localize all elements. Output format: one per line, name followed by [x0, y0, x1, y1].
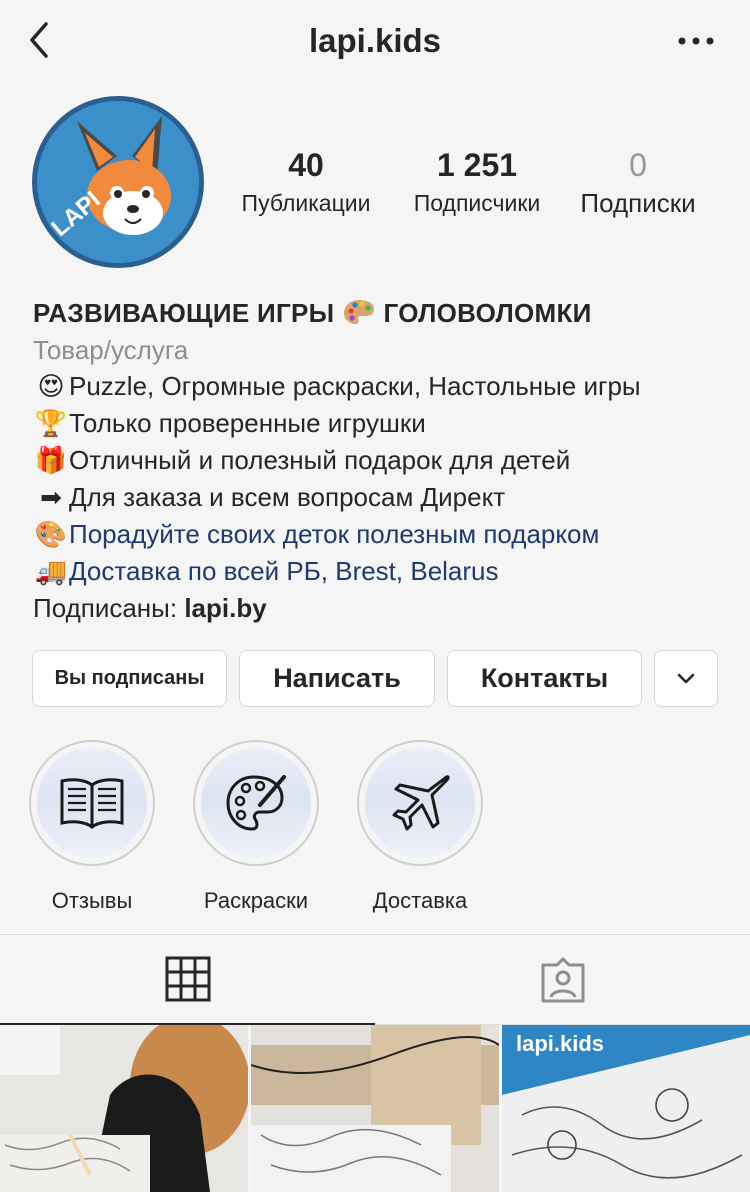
- profile-stats: 40 Публикации 1 251 Подписчики 0 Подписк…: [236, 146, 716, 226]
- followers-count: 1 251: [436, 147, 518, 183]
- tab-posts-grid[interactable]: [0, 935, 375, 1025]
- bio-line-text: Только проверенные игрушки: [69, 408, 426, 438]
- highlight-cover: [365, 748, 475, 858]
- bio-line-text: Для заказа и всем вопросам Директ: [69, 482, 506, 512]
- post-photo-table-poster: [251, 1025, 499, 1192]
- followed-by-label: Подписаны:: [33, 593, 178, 623]
- highlight-ring: [29, 740, 155, 866]
- bio-line-text: Отличный и полезный подарок для детей: [69, 445, 571, 475]
- highlight-delivery[interactable]: Доставка: [356, 740, 484, 914]
- message-button[interactable]: Написать: [239, 650, 435, 707]
- profile-bio: РАЗВИВАЮЩИЕ ИГРЫ ГОЛОВОЛОМКИ Товар/услуг…: [33, 294, 733, 626]
- bio-link-text[interactable]: Доставка по всей РБ, Brest, Belarus: [69, 556, 499, 586]
- palette-emoji-icon: 🎨: [34, 520, 68, 550]
- gift-emoji-icon: 🎁: [34, 446, 68, 476]
- followed-by-user[interactable]: lapi.by: [184, 593, 266, 623]
- tab-tagged[interactable]: [375, 935, 750, 1025]
- avatar[interactable]: LAPI: [32, 96, 204, 268]
- palette-emoji-icon: [343, 300, 374, 324]
- stat-posts[interactable]: 40 Публикации: [236, 146, 376, 222]
- bio-line-6[interactable]: 🚚Доставка по всей РБ, Brest, Belarus: [33, 553, 733, 590]
- stat-following[interactable]: 0 Подписки: [572, 146, 704, 222]
- highlight-cover: [37, 748, 147, 858]
- bio-line-5[interactable]: 🎨Порадуйте своих деток полезным подарком: [33, 516, 733, 553]
- profile-category: Товар/услуга: [33, 335, 189, 365]
- posts-label: Публикации: [241, 190, 371, 216]
- more-horizontal-icon[interactable]: [676, 28, 716, 54]
- post-thumbnail[interactable]: [251, 1025, 499, 1192]
- profile-header: lapi.kids: [0, 0, 750, 84]
- highlight-reviews[interactable]: Отзывы: [28, 740, 156, 914]
- bio-line-text: Puzzle, Огромные раскраски, Настольные и…: [69, 371, 641, 401]
- bio-line-2: 🏆Только проверенные игрушки: [33, 405, 733, 442]
- airplane-icon: [392, 775, 450, 831]
- posts-count: 40: [288, 147, 324, 183]
- profile-name: РАЗВИВАЮЩИЕ ИГРЫ ГОЛОВОЛОМКИ: [33, 294, 733, 332]
- suggested-toggle-button[interactable]: [654, 650, 718, 707]
- trophy-emoji-icon: 🏆: [34, 409, 68, 439]
- contacts-button[interactable]: Контакты: [447, 650, 642, 707]
- bio-link-text[interactable]: Порадуйте своих деток полезным подарком: [69, 519, 599, 549]
- truck-emoji-icon: 🚚: [34, 557, 68, 587]
- grid-icon: [165, 956, 210, 1002]
- highlight-label: Отзывы: [51, 888, 133, 913]
- followers-label: Подписчики: [413, 190, 541, 216]
- followed-by[interactable]: Подписаны: lapi.by: [33, 590, 733, 626]
- bio-line-1: 😍 Puzzle, Огромные раскраски, Настольные …: [33, 368, 733, 405]
- fox-logo-icon: LAPI: [37, 101, 199, 263]
- highlight-coloring[interactable]: Раскраски: [192, 740, 320, 914]
- page-title: lapi.kids: [308, 22, 442, 59]
- chevron-down-icon: [677, 673, 695, 683]
- highlight-ring: [357, 740, 483, 866]
- following-label: Подписки: [580, 188, 696, 218]
- profile-name-part2: ГОЛОВОЛОМКИ: [383, 298, 592, 328]
- stat-followers[interactable]: 1 251 Подписчики: [404, 146, 550, 222]
- post-photo-girl-coloring: [0, 1025, 248, 1192]
- book-icon: [60, 778, 124, 829]
- profile-tabs: [0, 934, 750, 1025]
- highlight-cover: [201, 748, 311, 858]
- highlight-label: Доставка: [372, 888, 468, 913]
- post-watermark-label: lapi.kids: [516, 1031, 605, 1056]
- following-button[interactable]: Вы подписаны: [32, 650, 227, 707]
- post-thumbnail[interactable]: lapi.kids: [502, 1025, 750, 1192]
- bio-line-3: 🎁Отличный и полезный подарок для детей: [33, 442, 733, 479]
- highlight-label: Раскраски: [203, 888, 309, 913]
- bio-line-4: ➡ Для заказа и всем вопросам Директ: [33, 479, 733, 516]
- profile-name-part1: РАЗВИВАЮЩИЕ ИГРЫ: [33, 298, 335, 328]
- arrow-right-emoji-icon: ➡: [40, 483, 62, 513]
- heart-eyes-emoji-icon: 😍: [37, 372, 65, 402]
- following-count: 0: [629, 147, 647, 183]
- tagged-person-icon: [541, 957, 584, 1002]
- post-thumbnail[interactable]: [0, 1025, 248, 1192]
- highlight-ring: [193, 740, 319, 866]
- palette-icon: [226, 775, 286, 831]
